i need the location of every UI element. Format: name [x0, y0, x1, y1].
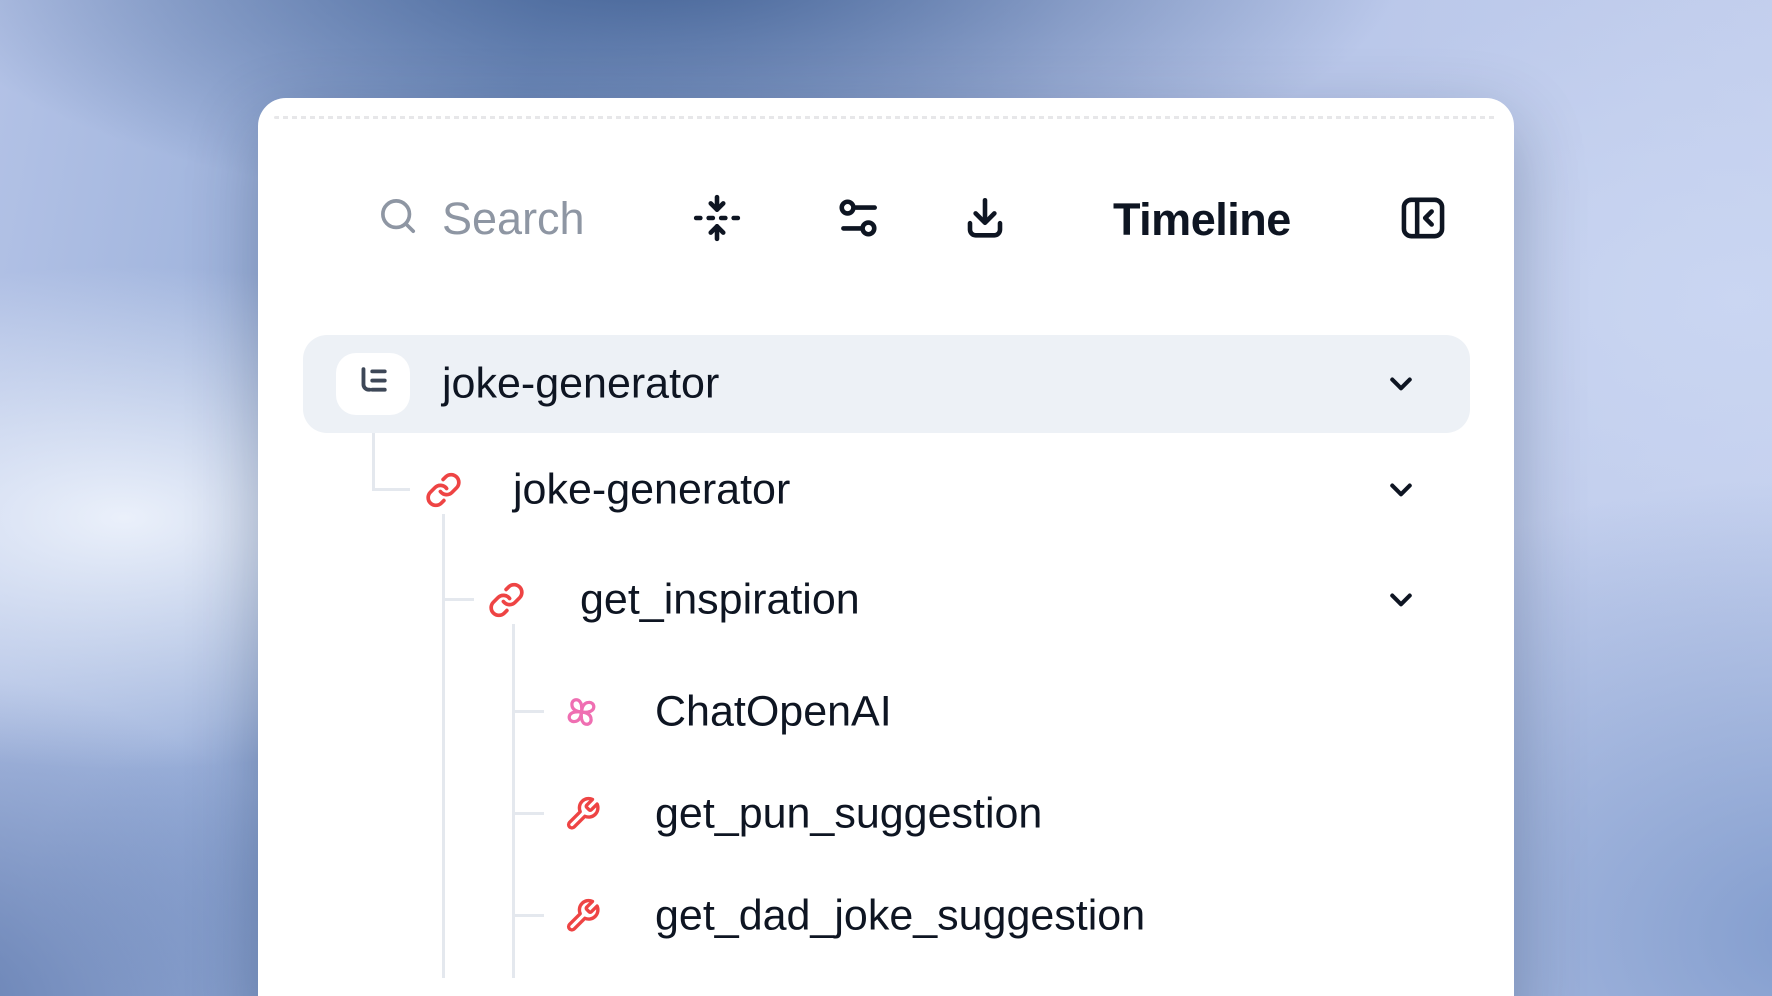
root-icon-chip	[336, 353, 410, 415]
wrench-icon	[564, 796, 601, 833]
link-icon	[488, 582, 525, 619]
tree-row-label: get_inspiration	[580, 576, 860, 625]
chevron-down-icon[interactable]	[1382, 365, 1420, 403]
list-tree-icon	[351, 360, 395, 409]
tree-row-label: ChatOpenAI	[655, 688, 892, 737]
tree-row-label: joke-generator	[513, 466, 790, 515]
link-icon	[425, 472, 462, 509]
tree-row-label: get_pun_suggestion	[655, 790, 1042, 839]
chevron-down-icon[interactable]	[1382, 471, 1420, 509]
tree-row-label: joke-generator	[442, 360, 719, 409]
trace-panel: Search	[258, 98, 1514, 996]
trace-tree: joke-generator joke-generator	[258, 98, 1514, 996]
pinwheel-icon	[561, 692, 602, 733]
chevron-down-icon[interactable]	[1382, 581, 1420, 619]
wrench-icon	[564, 898, 601, 935]
tree-row-label: get_dad_joke_suggestion	[655, 892, 1145, 941]
